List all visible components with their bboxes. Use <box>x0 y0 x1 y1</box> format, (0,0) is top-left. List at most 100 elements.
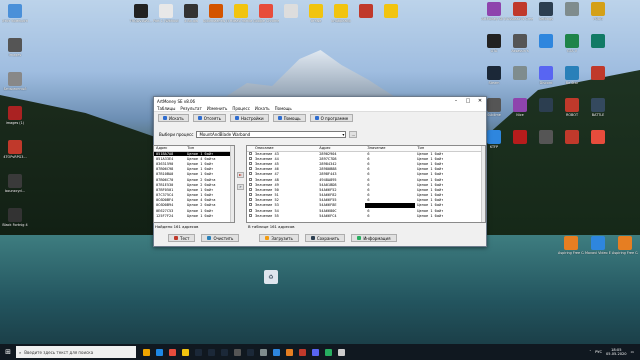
desktop-icon[interactable]: GTA <box>481 34 507 53</box>
taskbar-app-button[interactable] <box>218 344 231 360</box>
menu-process[interactable]: Процесс <box>232 106 250 111</box>
test-button[interactable]: Тест <box>168 234 196 242</box>
scrollbar[interactable] <box>230 146 234 222</box>
taskbar-app-button[interactable] <box>296 344 309 360</box>
desktop-icon[interactable]: отзыв <box>303 4 329 23</box>
desktop-icon[interactable]: TRQDVLWO... <box>128 4 154 23</box>
found-addresses-panel[interactable]: Адрес Тип 051BA7A8 Целое 1 байт 051A33E4 Це… <box>153 145 235 223</box>
desktop-icon[interactable]: bounxcyd... <box>2 174 28 193</box>
desktop-icon[interactable] <box>585 66 611 81</box>
taskbar-app-button[interactable] <box>309 344 322 360</box>
desktop-icon[interactable] <box>559 2 585 17</box>
desktop-icon[interactable] <box>533 130 559 145</box>
desktop-icon[interactable]: Be Star <box>559 66 585 85</box>
desktop-icon[interactable]: GTA V <box>559 34 585 53</box>
taskbar-app-button[interactable] <box>231 344 244 360</box>
process-browse-button[interactable]: ... <box>349 130 358 138</box>
start-button[interactable]: ⊞ <box>0 344 16 360</box>
desktop-icon[interactable]: Movavi Video Editor Plus <box>585 236 611 255</box>
language-indicator[interactable]: РУС <box>595 350 602 354</box>
desktop-icon[interactable]: images <box>2 38 28 57</box>
taskbar-app-button[interactable] <box>257 344 270 360</box>
value-cell[interactable]: 6 <box>365 213 415 218</box>
app-icon <box>513 66 527 80</box>
desktop-icon[interactable]: Black Fortnig 4 <box>2 208 28 227</box>
desktop-icon[interactable]: Assassin's <box>507 34 533 53</box>
taskbar-app-button[interactable] <box>140 344 153 360</box>
desktop-icon[interactable] <box>559 130 585 145</box>
desktop-icon[interactable]: Assassin's Creed <box>507 2 533 21</box>
desktop-icon[interactable]: BATTLE <box>585 98 611 117</box>
desktop-icon[interactable]: Безымянный <box>2 72 28 91</box>
taskbar-app-button[interactable] <box>205 344 218 360</box>
desktop-icon[interactable]: Aspiring Free Cam 8 <box>558 236 584 255</box>
desktop-icon[interactable]: Новая папка <box>228 4 254 23</box>
move-all-button[interactable]: » <box>237 184 244 190</box>
desktop-icon[interactable]: Этот компьютер <box>2 4 28 23</box>
desktop-icon[interactable]: Steam <box>481 66 507 85</box>
notifications-icon[interactable]: ▭ <box>631 350 634 354</box>
taskbar-search[interactable]: ⌕ Введите здесь текст для поиска <box>16 346 136 358</box>
taskbar-app-button[interactable] <box>244 344 257 360</box>
settings-button[interactable]: Настройки <box>229 114 269 122</box>
taskbar-app-button[interactable] <box>192 344 205 360</box>
taskbar-app-button[interactable] <box>270 344 283 360</box>
desktop-icon[interactable]: ArtMoney SE 8 <box>481 2 507 21</box>
table-row[interactable]: Значение 55 54A66FC4 6 Целое 1 байт <box>247 213 485 218</box>
menu-search[interactable]: Искать <box>255 106 270 111</box>
desktop-icon[interactable]: images (1) <box>2 106 28 125</box>
desktop-icon[interactable]: Бриллианты (64) <box>203 4 229 23</box>
clear-button[interactable]: Очистить <box>201 234 240 242</box>
taskbar-app-button[interactable] <box>283 344 296 360</box>
desktop-icon-label: 3.8b.ipa <box>184 19 198 23</box>
desktop-icon[interactable]: Settings <box>533 2 559 21</box>
clock[interactable]: 18:05 05.05.2020 <box>606 348 627 357</box>
desktop-icon[interactable] <box>507 130 533 145</box>
close-button[interactable]: ✕ <box>474 97 486 106</box>
taskbar-app-button[interactable] <box>322 344 335 360</box>
title-bar[interactable]: ArtMoney SE v8.06 – □ ✕ <box>154 97 486 106</box>
desktop-icon[interactable] <box>533 34 559 49</box>
desktop-icon[interactable]: Discord <box>533 66 559 85</box>
maximize-button[interactable]: □ <box>462 97 474 106</box>
desktop-icon[interactable]: 3.8b.ipa <box>178 4 204 23</box>
desktop-icon[interactable]: ROBOT <box>559 98 585 117</box>
filter-button[interactable]: Отсеять <box>192 114 226 122</box>
desktop-icon[interactable] <box>585 130 611 145</box>
table-row[interactable]: 125F7F24 Целое 1 байт <box>154 213 234 218</box>
desktop-icon[interactable]: Nice <box>507 98 533 117</box>
desktop-icon[interactable]: Google Chrome <box>253 4 279 23</box>
move-right-button[interactable]: ► <box>237 172 244 178</box>
desktop-icon[interactable] <box>378 4 404 19</box>
desktop-icon[interactable] <box>533 98 559 113</box>
menu-edit[interactable]: Изменить <box>207 106 228 111</box>
taskbar-app-button[interactable] <box>153 344 166 360</box>
help-button[interactable]: Помощь <box>272 114 306 122</box>
tray-up-icon[interactable]: ˄ <box>589 350 591 354</box>
user-table-panel[interactable]: Описание Адрес Значение Тип Значение 43 2… <box>246 145 486 223</box>
taskbar-app-button[interactable] <box>335 344 348 360</box>
desktop-icon[interactable]: Part 1 (Without ...) <box>153 4 179 23</box>
minimize-button[interactable]: – <box>450 97 462 106</box>
desktop-icon[interactable] <box>507 66 533 81</box>
desktop-icon[interactable] <box>585 34 611 49</box>
load-button[interactable]: Загрузить <box>259 234 299 242</box>
menu-tables[interactable]: Таблицы <box>157 106 175 111</box>
process-select[interactable]: MountAndBlade Warband <box>196 130 347 138</box>
about-button[interactable]: О программе <box>309 114 354 122</box>
desktop-icon[interactable]: 4TOPvRPG3... <box>2 140 28 159</box>
menu-help[interactable]: Помощь <box>275 106 292 111</box>
recycle-bin-icon[interactable]: ♻ <box>258 270 284 285</box>
desktop-icon[interactable]: ьнцбрлакр <box>328 4 354 23</box>
search-button[interactable]: Искать <box>158 114 189 122</box>
desktop-icon[interactable] <box>278 4 304 19</box>
desktop-icon[interactable]: PUBG <box>585 2 611 21</box>
save-button[interactable]: Сохранить <box>304 234 346 242</box>
scrollbar[interactable] <box>481 146 485 222</box>
desktop-icon[interactable]: Aspiring Free Cam 8 <box>612 236 638 255</box>
taskbar-app-button[interactable] <box>179 344 192 360</box>
taskbar-app-button[interactable] <box>166 344 179 360</box>
desktop-icon[interactable] <box>353 4 379 19</box>
info-button[interactable]: Информация <box>351 234 397 242</box>
menu-result[interactable]: Результат <box>180 106 201 111</box>
